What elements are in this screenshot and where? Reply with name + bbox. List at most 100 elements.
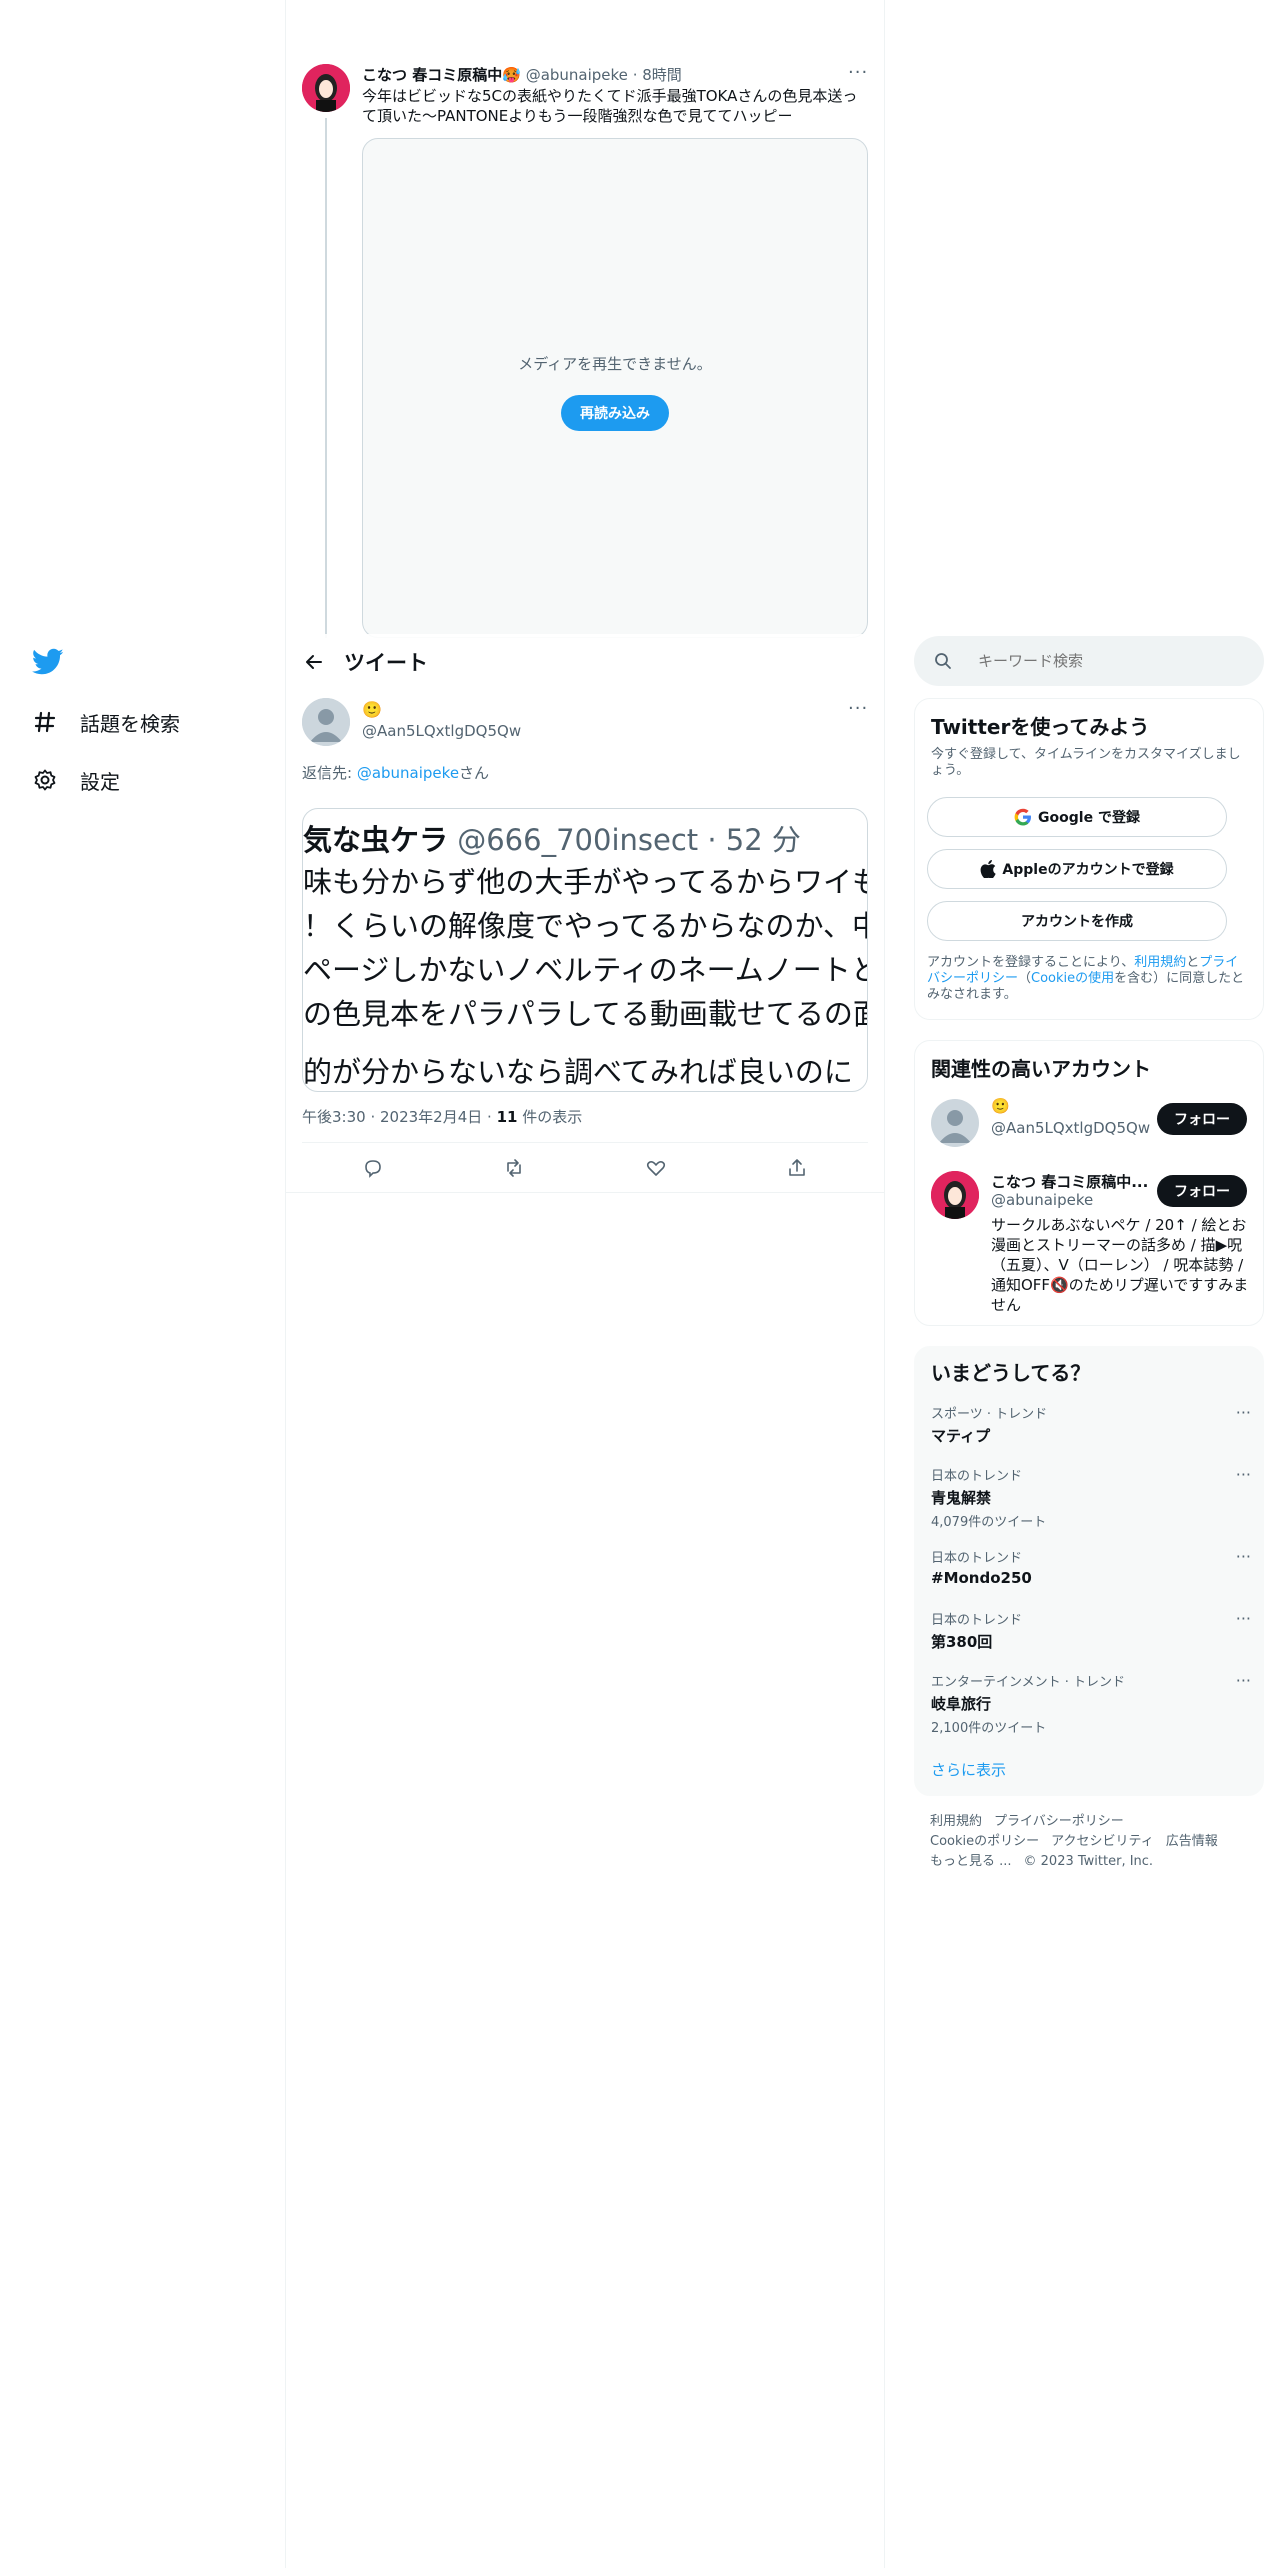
google-signup-label: Google で登録	[1038, 810, 1140, 826]
trend-more-icon[interactable]: ···	[1236, 1671, 1251, 1690]
footer-link[interactable]: 利用規約	[930, 1814, 982, 1829]
parent-more-icon[interactable]: ···	[848, 62, 868, 83]
related-name[interactable]: 🙂	[991, 1097, 1010, 1115]
separator-dot: ·	[632, 66, 638, 84]
trend-item[interactable]: 日本のトレンド 第380回 ···	[931, 1609, 1251, 1652]
trend-category: スポーツ · トレンド	[931, 1407, 1048, 1422]
signup-description: 今すぐ登録して、タイムラインをカスタマイズしましょう。	[931, 747, 1241, 778]
reply-icon[interactable]	[361, 1156, 385, 1180]
parent-tweet-time[interactable]: 8時間	[642, 66, 682, 84]
footer-link[interactable]: アクセシビリティ	[1051, 1834, 1154, 1849]
trend-name: マティプ	[931, 1427, 991, 1445]
embedded-screenshot[interactable]: 気な虫ケラ @666_700insect · 52 分 味も分からず他の大手がや…	[302, 808, 868, 1092]
trend-name: 岐阜旅行	[931, 1695, 992, 1713]
related-avatar[interactable]	[931, 1099, 979, 1147]
trends-card: いまどうしてる？ スポーツ · トレンド マティプ ··· 日本のトレンド 青鬼…	[914, 1346, 1264, 1796]
related-accounts-card: 関連性の高いアカウント 🙂 @Aan5LQxtlgDQ5Qw フォロー こなつ …	[914, 1040, 1264, 1326]
search-icon	[934, 652, 952, 670]
trend-name: #Mondo250	[931, 1569, 1032, 1587]
trend-item[interactable]: スポーツ · トレンド マティプ ···	[931, 1403, 1251, 1446]
nav-settings[interactable]: 設定	[32, 762, 120, 798]
trend-more-icon[interactable]: ···	[1236, 1465, 1251, 1484]
trend-name: 青鬼解禁	[931, 1489, 992, 1507]
nav-explore[interactable]: 話題を検索	[32, 704, 180, 740]
terms-text: アカウントを登録することにより、	[927, 955, 1135, 970]
embed-text-line: の色見本をパラパラしてる動画載せてるの面	[303, 997, 868, 1031]
trend-item[interactable]: 日本のトレンド 青鬼解禁 4,079件のツイート ···	[931, 1465, 1251, 1530]
tweet-time[interactable]: 午後3:30	[302, 1108, 366, 1126]
related-name[interactable]: こなつ 春コミ原稿中...	[991, 1171, 1148, 1192]
parent-avatar[interactable]	[302, 64, 350, 112]
trend-item[interactable]: 日本のトレンド #Mondo250 ···	[931, 1547, 1251, 1587]
follow-button[interactable]: フォロー	[1157, 1103, 1247, 1135]
media-error-message: メディアを再生できません。	[518, 355, 712, 373]
apple-icon	[980, 860, 997, 878]
terms-link[interactable]: 利用規約	[1134, 955, 1186, 970]
embed-author-handle: @666_700insect	[457, 823, 699, 857]
trend-item[interactable]: エンターテインメント · トレンド 岐阜旅行 2,100件のツイート ···	[931, 1671, 1251, 1736]
apple-signup-button[interactable]: Appleのアカウントで登録	[927, 849, 1227, 889]
signup-terms: アカウントを登録することにより、利用規約とプライバシーポリシー（Cookieの使…	[927, 955, 1249, 1003]
twitter-logo-icon[interactable]	[31, 648, 64, 676]
parent-author-handle[interactable]: @abunaipeke	[526, 66, 628, 84]
embed-text-line: 味も分からず他の大手がやってるからワイも	[303, 865, 868, 899]
trend-more-icon[interactable]: ···	[1236, 1609, 1251, 1628]
trend-more-icon[interactable]: ···	[1236, 1547, 1251, 1566]
google-signup-button[interactable]: Google で登録	[927, 797, 1227, 837]
footer-links: 利用規約 プライバシーポリシー Cookieのポリシー アクセシビリティ 広告情報 も…	[930, 1812, 1260, 1872]
tweet-date[interactable]: 2023年2月4日	[380, 1108, 482, 1126]
reply-to-line: 返信先: @abunaipekeさん	[302, 762, 489, 783]
trend-category: 日本のトレンド	[931, 1551, 1023, 1566]
author-handle[interactable]: @Aan5LQxtlgDQ5Qw	[362, 722, 521, 740]
trend-more-icon[interactable]: ···	[1236, 1403, 1251, 1422]
divider	[302, 1142, 868, 1143]
embed-text-line: ！くらいの解像度でやってるからなのか、中	[303, 909, 868, 943]
view-count: 11	[496, 1108, 518, 1126]
divider	[286, 1192, 884, 1193]
embed-author-name: 気な虫ケラ	[303, 823, 449, 857]
parent-tweet-text: 今年はビビッドな5Cの表紙やりたくてド派手最強TOKAさんの色見本送って頂いた〜…	[362, 87, 858, 125]
reply-to-handle[interactable]: @abunaipeke	[357, 764, 459, 782]
create-account-button[interactable]: アカウントを作成	[927, 901, 1227, 941]
main-column-border	[884, 0, 885, 2568]
tweet-more-icon[interactable]: ···	[848, 698, 868, 719]
parent-author-name[interactable]: こなつ 春コミ原稿中🥵	[362, 66, 521, 84]
terms-text: （	[1018, 971, 1032, 986]
signup-title: Twitterを使ってみよう	[931, 715, 1150, 739]
view-count-label: 件の表示	[517, 1108, 583, 1126]
footer-link[interactable]: Cookieのポリシー	[930, 1834, 1039, 1849]
footer-link[interactable]: もっと見る ...	[930, 1854, 1012, 1869]
terms-text: と	[1186, 955, 1200, 970]
copyright: © 2023 Twitter, Inc.	[1023, 1854, 1154, 1869]
search-input[interactable]	[976, 651, 1236, 671]
show-more-link[interactable]: さらに表示	[931, 1759, 1006, 1780]
share-icon[interactable]	[785, 1156, 809, 1180]
reply-to-prefix: 返信先:	[302, 764, 357, 782]
author-name[interactable]: 🙂	[362, 700, 382, 719]
embed-time: · 52 分	[707, 823, 801, 857]
related-bio: サークルあぶないペケ / 20↑ / 絵とお漫画とストリーマーの話多め / 描▶…	[991, 1216, 1249, 1314]
reply-to-suffix: さん	[459, 764, 490, 782]
related-handle: @Aan5LQxtlgDQ5Qw	[991, 1119, 1151, 1137]
search-bar[interactable]	[914, 636, 1264, 686]
footer-link[interactable]: プライバシーポリシー	[994, 1814, 1124, 1829]
nav-settings-label: 設定	[80, 769, 120, 794]
like-icon[interactable]	[644, 1156, 668, 1180]
retweet-icon[interactable]	[502, 1156, 526, 1180]
tweet-actions	[302, 1150, 868, 1186]
follow-button[interactable]: フォロー	[1157, 1175, 1247, 1207]
trend-name: 第380回	[931, 1633, 993, 1651]
footer-link[interactable]: 広告情報	[1166, 1834, 1218, 1849]
author-avatar[interactable]	[302, 698, 350, 746]
back-arrow-icon[interactable]	[286, 652, 342, 672]
tweet-header-bar: ツイート	[286, 634, 884, 690]
cookie-link[interactable]: Cookieの使用	[1031, 971, 1114, 986]
tweet-meta: 午後3:30 · 2023年2月4日 · 11 件の表示	[302, 1108, 583, 1126]
related-avatar[interactable]	[931, 1171, 979, 1219]
thread-line	[325, 118, 327, 638]
trend-category: エンターテインメント · トレンド	[931, 1675, 1126, 1690]
reload-button[interactable]: 再読み込み	[561, 395, 669, 431]
trend-count: 4,079件のツイート	[931, 1515, 1047, 1530]
related-handle: @abunaipeke	[991, 1191, 1094, 1209]
media-player[interactable]: メディアを再生できません。 再読み込み	[362, 138, 868, 638]
